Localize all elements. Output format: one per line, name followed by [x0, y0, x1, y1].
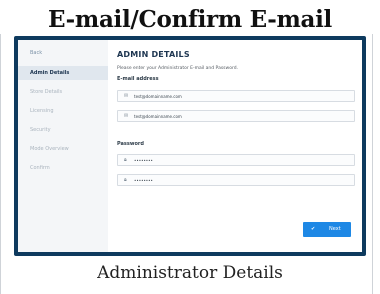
page-heading: E-mail/Confirm E-mail — [48, 6, 332, 33]
sidebar-item-back[interactable]: Back — [18, 46, 108, 60]
sidebar-item-mode-overview[interactable]: Mode Overview — [18, 142, 108, 156]
sidebar-item-store-details[interactable]: Store Details — [18, 85, 108, 99]
sidebar-item-admin-details[interactable]: Admin Details — [18, 66, 108, 80]
right-border — [372, 34, 373, 294]
password-section-label: Password — [117, 141, 144, 147]
envelope-icon: ✉ — [124, 93, 129, 99]
email-section-label: E-mail address — [117, 76, 159, 82]
main-panel: ADMIN DETAILS Please enter your Administ… — [108, 40, 362, 252]
lock-icon: 🔒︎ — [124, 157, 127, 163]
figure-caption: Administrator Details — [97, 263, 283, 283]
confirm-email-value: test@domainname.com — [134, 114, 182, 119]
panel-title: ADMIN DETAILS — [117, 50, 190, 59]
sidebar-item-licensing[interactable]: Licensing — [18, 104, 108, 118]
sidebar-item-confirm[interactable]: Confirm — [18, 161, 108, 175]
password-field[interactable]: 🔒︎ •••••••• — [117, 154, 355, 166]
confirm-email-field[interactable]: ✉ test@domainname.com — [117, 110, 355, 122]
email-value: test@domainname.com — [134, 94, 182, 99]
confirm-password-field[interactable]: 🔒︎ •••••••• — [117, 174, 355, 186]
envelope-icon: ✉ — [124, 113, 129, 119]
sidebar-item-security[interactable]: Security — [18, 123, 108, 137]
email-field[interactable]: ✉ test@domainname.com — [117, 90, 355, 102]
wizard-sidebar: Back Admin Details Store Details Licensi… — [18, 40, 108, 252]
instruction-text: Please enter your Administrator E-mail a… — [117, 66, 239, 71]
password-value: •••••••• — [134, 158, 153, 163]
check-icon: ✔ — [311, 226, 316, 232]
screenshot-frame: Back Admin Details Store Details Licensi… — [14, 36, 366, 256]
next-button[interactable]: ✔ Next — [303, 222, 351, 237]
lock-icon: 🔒︎ — [124, 177, 127, 183]
next-button-label: Next — [329, 226, 341, 232]
confirm-password-value: •••••••• — [134, 178, 153, 183]
left-border — [0, 34, 1, 294]
